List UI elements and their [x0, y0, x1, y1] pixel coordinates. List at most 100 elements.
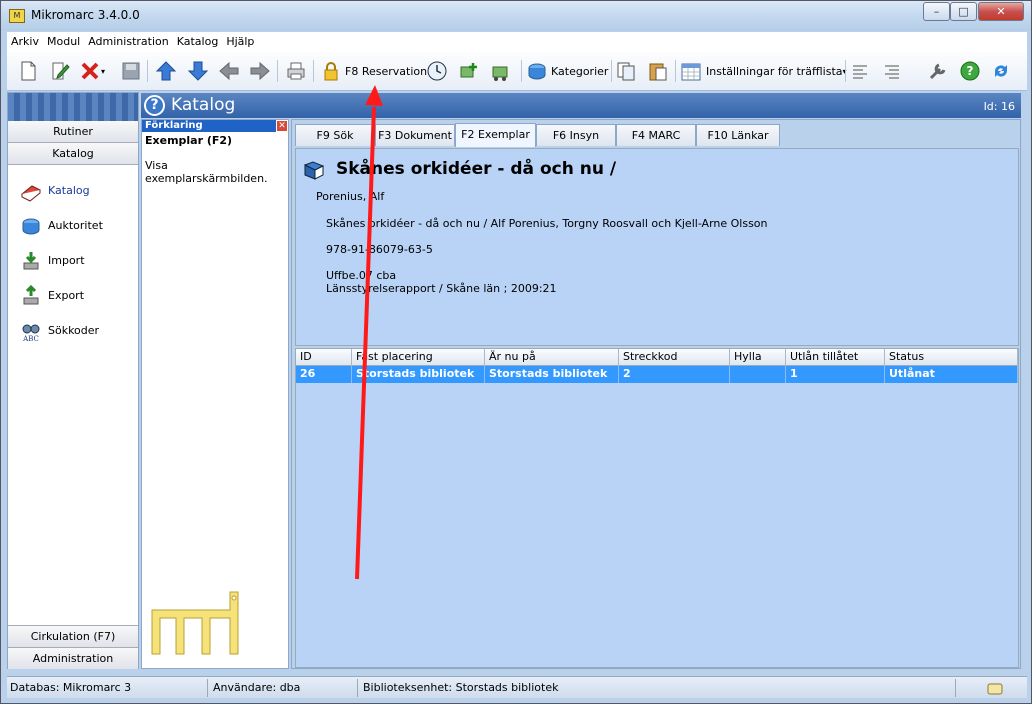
nav-tab-katalog[interactable]: Katalog [8, 143, 138, 165]
explanation-close-icon[interactable]: ✕ [276, 120, 288, 132]
column-header[interactable]: Utlån tillåtet [786, 349, 885, 366]
svg-text:?: ? [967, 64, 974, 78]
nav-cirkulation[interactable]: Cirkulation (F7) [8, 625, 138, 647]
menu-modul[interactable]: Modul [43, 32, 84, 48]
left-navigation: Rutiner Katalog Katalog Auktoritet Impor… [7, 92, 139, 669]
indent-left-button[interactable] [849, 59, 871, 83]
print-button[interactable] [285, 59, 307, 83]
delete-icon [79, 60, 101, 82]
kategorier-label: Kategorier [551, 64, 609, 78]
nav-tab-rutiner[interactable]: Rutiner [8, 121, 138, 143]
back-button[interactable] [218, 59, 240, 83]
printer-icon [285, 60, 307, 82]
table-row[interactable]: 26 Storstads bibliotek Storstads bibliot… [296, 366, 1018, 383]
cell-hylla [730, 366, 786, 383]
arrow-up-icon [155, 60, 177, 82]
paste-icon [647, 60, 669, 82]
explanation-heading: Förklaring [145, 120, 203, 131]
nav-item-export[interactable]: Export [8, 278, 138, 313]
indent-right-button[interactable] [881, 59, 903, 83]
new-button[interactable] [17, 59, 39, 83]
save-button[interactable] [120, 59, 142, 83]
refresh-button[interactable] [990, 59, 1012, 83]
move-down-button[interactable] [187, 59, 209, 83]
calendar-icon [680, 60, 702, 82]
tab-strip: F9 Sök F3 Dokument F2 Exemplar F6 Insyn … [292, 123, 1020, 147]
menu-bar: Arkiv Modul Administration Katalog Hjälp [7, 32, 1027, 52]
clock-icon [426, 60, 448, 82]
cell-status: Utlånat [885, 366, 1018, 383]
authority-icon [20, 215, 42, 237]
paste-button[interactable] [647, 59, 669, 83]
copies-table: ID Fast placering Är nu på Streckkod Hyl… [295, 348, 1019, 668]
installningar-button[interactable]: Inställningar för träfflista▾ [680, 59, 847, 83]
column-header[interactable]: Hylla [730, 349, 786, 366]
nav-item-sokkoder[interactable]: ABC Sökkoder [8, 313, 138, 348]
column-header[interactable]: Status [885, 349, 1018, 366]
column-header[interactable]: Streckkod [619, 349, 730, 366]
add-copy-button[interactable] [458, 59, 480, 83]
minimize-button[interactable]: – [923, 2, 950, 21]
close-button[interactable]: ✕ [978, 2, 1024, 21]
tab-exemplar[interactable]: F2 Exemplar [455, 123, 536, 147]
installningar-label: Inställningar för träfflista [706, 64, 843, 78]
record-title: Skånes orkidéer - då och nu / [336, 159, 617, 179]
binoculars-icon: ABC [20, 320, 42, 343]
column-header[interactable]: Är nu på [485, 349, 619, 366]
cell-fast-placering: Storstads bibliotek [352, 366, 485, 383]
explanation-panel: Förklaring ✕ Exemplar (F2) Visa exemplar… [141, 119, 289, 669]
maximize-button[interactable]: □ [950, 2, 977, 21]
table-header: ID Fast placering Är nu på Streckkod Hyl… [296, 349, 1018, 366]
menu-hjalp[interactable]: Hjälp [222, 32, 258, 48]
menu-administration[interactable]: Administration [84, 32, 173, 48]
notification-icon[interactable] [985, 678, 1007, 700]
menu-arkiv[interactable]: Arkiv [7, 32, 43, 48]
tools-button[interactable] [927, 59, 949, 83]
nav-item-import-label: Import [48, 254, 85, 267]
kategorier-button[interactable]: Kategorier [526, 59, 608, 83]
history-button[interactable] [426, 59, 448, 83]
status-unit: Biblioteksenhet: Storstads bibliotek [363, 681, 559, 694]
reservation-button[interactable]: F8 Reservation [320, 59, 427, 83]
delete-dropdown-caret: ▾ [101, 66, 106, 76]
remove-copy-button[interactable] [490, 59, 512, 83]
tab-insyn[interactable]: F6 Insyn [536, 124, 616, 146]
tab-dokument[interactable]: F3 Dokument [375, 124, 455, 146]
cell-utlan-tillatet: 1 [786, 366, 885, 383]
categories-icon [526, 60, 548, 82]
record-detail: Skånes orkidéer - då och nu / Porenius, … [295, 148, 1019, 346]
help-button[interactable]: ? [959, 59, 981, 83]
explanation-title: Exemplar (F2) [145, 134, 233, 147]
help-circle-icon[interactable]: ? [144, 95, 165, 116]
module-header: ? Katalog Id: 16 [141, 93, 1021, 118]
nav-item-auktoritet[interactable]: Auktoritet [8, 208, 138, 243]
module-title: Katalog [171, 95, 236, 115]
lock-icon [320, 60, 342, 82]
copy-button[interactable] [615, 59, 637, 83]
column-header[interactable]: Fast placering [352, 349, 485, 366]
menu-katalog[interactable]: Katalog [173, 32, 223, 48]
nav-item-katalog[interactable]: Katalog [8, 173, 138, 208]
tab-sok[interactable]: F9 Sök [295, 124, 375, 146]
nav-item-auktoritet-label: Auktoritet [48, 219, 103, 232]
edit-button[interactable] [49, 59, 71, 83]
add-cart-icon [458, 60, 480, 82]
nav-item-katalog-label: Katalog [48, 184, 90, 197]
tab-lankar[interactable]: F10 Länkar [696, 124, 780, 146]
status-bar: Databas: Mikromarc 3 Användare: dba Bibl… [7, 676, 1027, 698]
record-shelf: Uffbe.07 cba [326, 269, 397, 282]
delete-button[interactable]: ▾ [79, 59, 105, 83]
arrow-right-icon [249, 60, 271, 82]
forward-button[interactable] [249, 59, 271, 83]
cell-streckkod: 2 [619, 366, 730, 383]
arrow-down-icon [187, 60, 209, 82]
column-header[interactable]: ID [296, 349, 352, 366]
nav-administration[interactable]: Administration [8, 647, 138, 669]
reservation-label: F8 Reservation [345, 64, 428, 78]
nav-item-import[interactable]: Import [8, 243, 138, 278]
wrench-icon [927, 60, 949, 82]
tab-marc[interactable]: F4 MARC [616, 124, 696, 146]
cell-id: 26 [296, 366, 352, 383]
move-up-button[interactable] [155, 59, 177, 83]
record-book-icon [303, 159, 325, 181]
